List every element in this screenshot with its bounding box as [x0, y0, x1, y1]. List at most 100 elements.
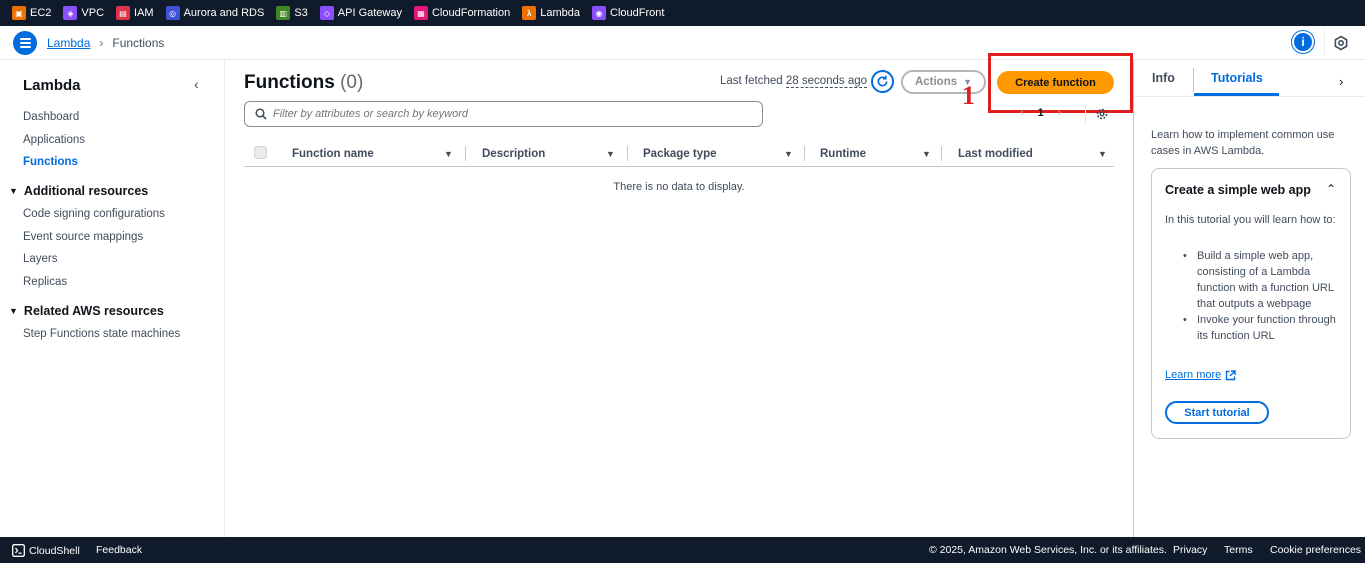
service-link-aurora-and-rds[interactable]: ◎ Aurora and RDS: [165, 0, 265, 26]
preferences-gear-icon[interactable]: [1095, 107, 1109, 121]
refresh-icon: [877, 75, 888, 87]
chevron-up-icon[interactable]: ⌃: [1326, 182, 1336, 196]
cookie-preferences-link[interactable]: Cookie preferences: [1270, 544, 1361, 556]
s3-icon: ▥: [276, 6, 291, 20]
learn-more-link[interactable]: Learn more: [1165, 369, 1236, 381]
sort-caret-icon: ▼: [922, 148, 931, 159]
main-content: Functions (0) Last fetched 28 seconds ag…: [225, 53, 1133, 537]
list-item: Build a simple web app, consisting of a …: [1165, 248, 1345, 312]
sort-caret-icon: ▼: [784, 148, 793, 159]
refresh-button[interactable]: [871, 70, 894, 93]
service-label: EC2: [30, 7, 52, 19]
section-title: Related AWS resources: [23, 304, 164, 318]
section-additional-resources[interactable]: ▼ Additional resources: [9, 184, 148, 198]
column-last-modified[interactable]: Last modified ▼: [958, 140, 1114, 167]
column-description[interactable]: Description ▼: [482, 140, 622, 167]
service-link-ec2[interactable]: ▣ EC2: [12, 0, 51, 26]
section-related-aws-resources[interactable]: ▼ Related AWS resources: [9, 304, 164, 318]
close-sidebar-icon[interactable]: ‹: [194, 76, 199, 92]
column-divider: [804, 146, 805, 161]
pagination: ‹ 1 ›: [1020, 107, 1061, 119]
feedback-link[interactable]: Feedback: [96, 544, 142, 556]
cloudformation-icon: ▦: [413, 6, 428, 20]
lambda-icon: λ: [522, 6, 537, 20]
search-icon: [255, 108, 267, 120]
actions-label: Actions: [914, 76, 958, 88]
breadcrumb-current: Functions: [112, 35, 165, 50]
sidebar-item-code-signing[interactable]: Code signing configurations: [23, 208, 165, 220]
column-runtime[interactable]: Runtime ▼: [820, 140, 940, 167]
service-link-cloudfront[interactable]: ◉ CloudFront: [592, 0, 664, 26]
sort-caret-icon: ▼: [606, 148, 615, 159]
sidebar-item-dashboard[interactable]: Dashboard: [23, 111, 79, 123]
prev-page-icon[interactable]: ‹: [1020, 107, 1024, 119]
service-link-api-gateway[interactable]: ◇ API Gateway: [319, 0, 402, 26]
section-title: Additional resources: [23, 184, 149, 198]
service-label: IAM: [134, 7, 154, 19]
service-label: S3: [294, 7, 308, 19]
caret-down-icon: ▼: [9, 306, 18, 316]
chevron-right-icon[interactable]: ›: [1339, 74, 1343, 89]
api-gateway-icon: ◇: [319, 6, 334, 20]
copyright-text: © 2025, Amazon Web Services, Inc. or its…: [929, 544, 1167, 556]
tab-info[interactable]: Info: [1152, 71, 1175, 85]
services-bar: ▣ EC2 ◈ VPC ▤ IAM ◎ Aurora and RDS ▥ S3 ◇ API Gatew…: [0, 0, 1365, 26]
service-label: Lambda: [540, 7, 581, 19]
empty-state-text: There is no data to display.: [613, 181, 745, 193]
service-link-cloudformation[interactable]: ▦ CloudFormation: [413, 0, 511, 26]
table-header: Function name ▼ Description ▼ Package ty…: [244, 140, 1114, 167]
create-function-button[interactable]: Create function: [997, 71, 1114, 94]
service-label: CloudFormation: [431, 7, 511, 19]
help-tabs: Info Tutorials ›: [1134, 60, 1365, 97]
annotation-number: 1: [962, 81, 975, 110]
column-label: Function name: [292, 147, 374, 160]
settings-icon[interactable]: [1333, 35, 1349, 51]
help-panel: Info Tutorials › Learn how to implement …: [1133, 60, 1365, 537]
divider: [1324, 30, 1325, 56]
sidebar-item-functions[interactable]: Functions: [23, 156, 78, 168]
breadcrumb-lambda-link[interactable]: Lambda: [47, 36, 90, 50]
menu-button[interactable]: [13, 30, 37, 55]
vpc-icon: ◈: [63, 6, 78, 20]
service-label: CloudFront: [610, 7, 665, 19]
page-number[interactable]: 1: [1038, 107, 1044, 119]
column-package-type[interactable]: Package type ▼: [643, 140, 803, 167]
privacy-link[interactable]: Privacy: [1173, 544, 1207, 556]
last-fetched: Last fetched 28 seconds ago: [720, 75, 868, 88]
sidebar-item-event-source-mappings[interactable]: Event source mappings: [23, 231, 143, 243]
breadcrumb: Lambda › Functions: [47, 36, 164, 50]
sidebar-item-replicas[interactable]: Replicas: [23, 276, 67, 288]
sidebar-title: Lambda: [23, 77, 81, 94]
page-title-text: Functions: [244, 72, 335, 93]
help-intro-text: Learn how to implement common use cases …: [1151, 129, 1335, 157]
service-label: Aurora and RDS: [183, 7, 265, 19]
filter-search-box: [244, 101, 763, 127]
sidebar-item-applications[interactable]: Applications: [23, 134, 85, 146]
column-function-name[interactable]: Function name ▼: [292, 140, 462, 167]
footer: CloudShell Feedback © 2025, Amazon Web S…: [0, 537, 1365, 563]
service-link-iam[interactable]: ▤ IAM: [116, 0, 154, 26]
column-divider: [465, 146, 466, 161]
column-label: Last modified: [958, 147, 1033, 160]
tab-tutorials[interactable]: Tutorials: [1211, 71, 1263, 85]
header: Lambda › Functions i: [0, 26, 1365, 60]
service-label: VPC: [81, 7, 105, 19]
learn-more-label: Learn more: [1165, 369, 1222, 381]
terms-link[interactable]: Terms: [1224, 544, 1253, 556]
search-input[interactable]: [273, 108, 743, 120]
info-icon[interactable]: i: [1292, 31, 1314, 53]
cloudfront-icon: ◉: [592, 6, 607, 20]
caret-down-icon: ▼: [9, 186, 18, 196]
column-label: Runtime: [820, 147, 866, 160]
cloudshell-icon: [12, 544, 25, 557]
cloudshell-button[interactable]: CloudShell: [12, 544, 80, 557]
service-link-lambda[interactable]: λ Lambda: [522, 0, 580, 26]
service-link-s3[interactable]: ▥ S3: [276, 0, 308, 26]
service-link-vpc[interactable]: ◈ VPC: [63, 0, 104, 26]
sidebar-item-layers[interactable]: Layers: [23, 253, 58, 265]
next-page-icon[interactable]: ›: [1058, 107, 1062, 119]
sidebar-item-step-functions[interactable]: Step Functions state machines: [23, 328, 180, 340]
select-all-checkbox[interactable]: [254, 146, 267, 159]
start-tutorial-button[interactable]: Start tutorial: [1165, 401, 1269, 424]
tutorial-steps: Build a simple web app, consisting of a …: [1165, 248, 1345, 344]
